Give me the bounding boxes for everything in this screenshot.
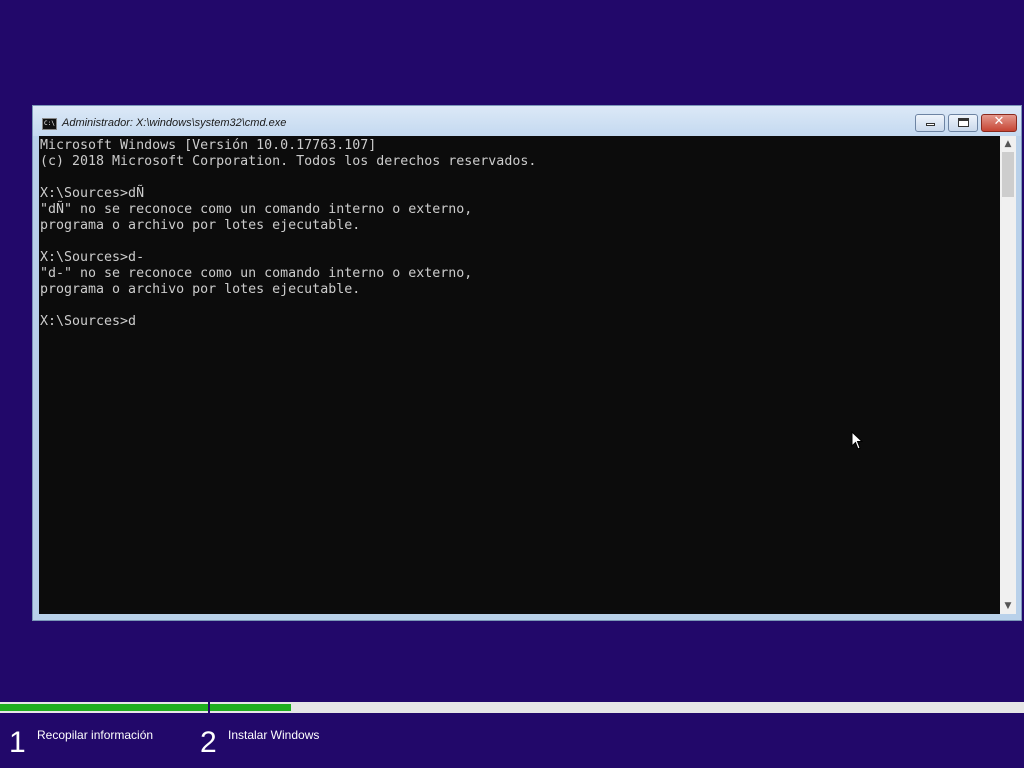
- minimize-button[interactable]: [915, 114, 945, 132]
- step-label: Recopilar información: [37, 728, 154, 742]
- step-label: Instalar Windows: [228, 728, 320, 742]
- setup-desktop: C:\ Administrador: X:\windows\system32\c…: [0, 0, 1024, 768]
- maximize-button[interactable]: [948, 114, 978, 132]
- close-button[interactable]: ✕: [981, 114, 1017, 132]
- step-number: 2: [200, 726, 217, 759]
- mouse-pointer-icon: [851, 431, 863, 450]
- step-number: 1: [9, 726, 26, 759]
- setup-progress-bar: [0, 702, 1024, 713]
- scroll-thumb[interactable]: [1002, 152, 1014, 197]
- minimize-icon: [926, 123, 935, 126]
- scroll-down-icon[interactable]: ▼: [1000, 598, 1016, 614]
- vertical-scrollbar[interactable]: ▲ ▼: [1000, 136, 1016, 614]
- console-text: Microsoft Windows [Versión 10.0.17763.10…: [40, 138, 537, 329]
- maximize-icon: [958, 118, 969, 127]
- progress-segment-2: [210, 702, 1024, 713]
- cmd-icon[interactable]: C:\: [42, 118, 57, 130]
- progress-fill-2: [210, 704, 292, 711]
- scroll-up-icon[interactable]: ▲: [1000, 136, 1016, 152]
- title-bar[interactable]: C:\ Administrador: X:\windows\system32\c…: [33, 106, 1021, 136]
- close-icon: ✕: [993, 114, 1005, 129]
- cmd-window[interactable]: C:\ Administrador: X:\windows\system32\c…: [32, 105, 1022, 621]
- progress-segment-1: [0, 702, 208, 713]
- progress-fill-1: [0, 704, 208, 711]
- window-title: Administrador: X:\windows\system32\cmd.e…: [62, 117, 287, 129]
- console-output[interactable]: Microsoft Windows [Versión 10.0.17763.10…: [39, 136, 1000, 614]
